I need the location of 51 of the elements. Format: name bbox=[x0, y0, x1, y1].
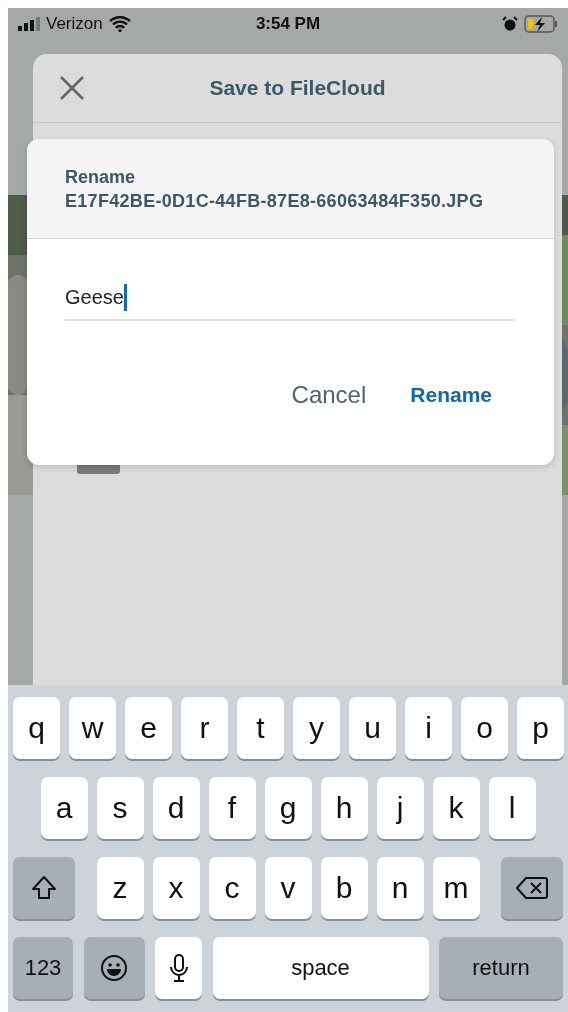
letter-key[interactable]: u bbox=[349, 697, 396, 759]
letter-key[interactable]: s bbox=[96, 777, 144, 839]
sheet-title: Save to FileCloud bbox=[209, 76, 386, 100]
microphone-icon bbox=[169, 954, 188, 982]
alarm-icon bbox=[502, 16, 518, 32]
letter-key[interactable]: d bbox=[152, 777, 200, 839]
shift-key[interactable] bbox=[13, 857, 75, 919]
letter-key[interactable]: t bbox=[237, 697, 284, 759]
letter-key[interactable]: a bbox=[40, 777, 88, 839]
dictation-key[interactable] bbox=[155, 937, 202, 999]
signal-icon bbox=[18, 17, 40, 31]
letter-key[interactable]: n bbox=[376, 857, 424, 919]
return-key[interactable]: return bbox=[439, 937, 563, 999]
letter-key[interactable]: h bbox=[320, 777, 368, 839]
wifi-icon bbox=[108, 16, 131, 32]
letter-key[interactable]: j bbox=[376, 777, 424, 839]
file-name: E17F42BE-0D1C-44FB-87E8-66063484F350.JPG bbox=[65, 190, 485, 213]
letter-key[interactable]: l bbox=[488, 777, 536, 839]
letter-key[interactable]: b bbox=[320, 857, 368, 919]
space-key[interactable]: space bbox=[212, 937, 429, 999]
dialog-title: Rename bbox=[65, 166, 137, 189]
letter-key[interactable]: x bbox=[152, 857, 200, 919]
status-time: 3:54 PM bbox=[255, 14, 321, 34]
cancel-button[interactable]: Cancel bbox=[291, 381, 367, 409]
letter-key[interactable]: f bbox=[208, 777, 256, 839]
letter-key[interactable]: g bbox=[264, 777, 312, 839]
letter-key[interactable]: o bbox=[461, 697, 508, 759]
letter-key[interactable]: q bbox=[13, 697, 60, 759]
letter-key[interactable]: e bbox=[125, 697, 172, 759]
smiley-icon bbox=[100, 954, 128, 982]
name-input-field[interactable]: Geese bbox=[65, 275, 516, 321]
delete-icon bbox=[516, 876, 548, 900]
letter-key[interactable]: v bbox=[264, 857, 312, 919]
letter-key[interactable]: m bbox=[432, 857, 480, 919]
letter-key[interactable]: k bbox=[432, 777, 480, 839]
battery-icon bbox=[524, 15, 558, 33]
numbers-key[interactable]: 123 bbox=[13, 937, 73, 999]
shift-icon bbox=[31, 875, 57, 901]
emoji-key[interactable] bbox=[83, 937, 145, 999]
rename-button[interactable]: Rename bbox=[410, 381, 492, 409]
delete-key[interactable] bbox=[501, 857, 563, 919]
letter-key[interactable]: z bbox=[96, 857, 144, 919]
letter-key[interactable]: c bbox=[208, 857, 256, 919]
letter-key[interactable]: w bbox=[69, 697, 116, 759]
carrier-name: Verizon bbox=[46, 14, 103, 34]
close-icon bbox=[59, 75, 85, 101]
letter-key[interactable]: p bbox=[517, 697, 564, 759]
letter-key[interactable]: r bbox=[181, 697, 228, 759]
close-button[interactable] bbox=[59, 75, 85, 101]
letter-key[interactable]: i bbox=[405, 697, 452, 759]
letter-key[interactable]: y bbox=[293, 697, 340, 759]
